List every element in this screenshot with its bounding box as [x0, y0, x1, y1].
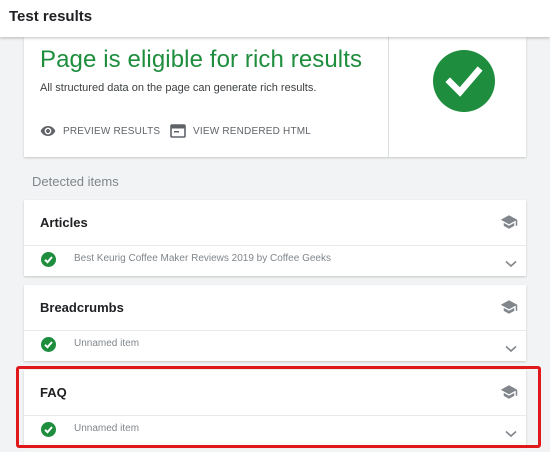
browser-window-icon: [170, 123, 186, 139]
view-rendered-html-button[interactable]: VIEW RENDERED HTML: [170, 123, 311, 139]
preview-results-label: PREVIEW RESULTS: [63, 125, 161, 137]
eye-icon: [40, 123, 56, 139]
detected-item-row[interactable]: Unnamed item: [24, 331, 526, 361]
graduation-cap-icon[interactable]: [500, 384, 518, 405]
chevron-down-icon[interactable]: [505, 255, 517, 273]
detected-items-heading: Detected items: [32, 174, 119, 189]
item-card-title: Breadcrumbs: [40, 300, 124, 315]
preview-results-button[interactable]: PREVIEW RESULTS: [40, 123, 160, 139]
chevron-down-icon[interactable]: [505, 340, 517, 358]
item-card-title: FAQ: [40, 385, 67, 400]
eligibility-description: All structured data on the page can gene…: [40, 82, 317, 94]
check-circle-icon: [433, 50, 495, 112]
item-row-label: Best Keurig Coffee Maker Reviews 2019 by…: [74, 253, 331, 264]
detected-item-card-breadcrumbs: Breadcrumbs Unnamed item: [24, 285, 526, 361]
item-row-label: Unnamed item: [74, 423, 140, 434]
page-title: Test results: [9, 8, 93, 25]
view-rendered-html-label: VIEW RENDERED HTML: [193, 125, 312, 137]
top-bar: Test results: [0, 0, 550, 37]
detected-item-row[interactable]: Best Keurig Coffee Maker Reviews 2019 by…: [24, 246, 526, 276]
eligibility-headline: Page is eligible for rich results: [40, 46, 363, 73]
item-card-title: Articles: [40, 215, 88, 230]
graduation-cap-icon[interactable]: [500, 299, 518, 320]
chevron-down-icon[interactable]: [505, 425, 517, 443]
check-circle-icon: [41, 252, 56, 267]
detected-item-card-articles: Articles Best Keurig Coffee Maker Review…: [24, 200, 526, 276]
item-row-label: Unnamed item: [74, 338, 140, 349]
detected-item-card-faq: FAQ Unnamed item: [24, 370, 526, 446]
summary-card: Page is eligible for rich results All st…: [24, 37, 526, 157]
check-circle-icon: [41, 337, 56, 352]
summary-divider: [388, 37, 389, 157]
summary-text-area: Page is eligible for rich results All st…: [24, 37, 388, 157]
graduation-cap-icon[interactable]: [500, 214, 518, 235]
detected-item-row[interactable]: Unnamed item: [24, 416, 526, 446]
check-circle-icon: [41, 422, 56, 437]
